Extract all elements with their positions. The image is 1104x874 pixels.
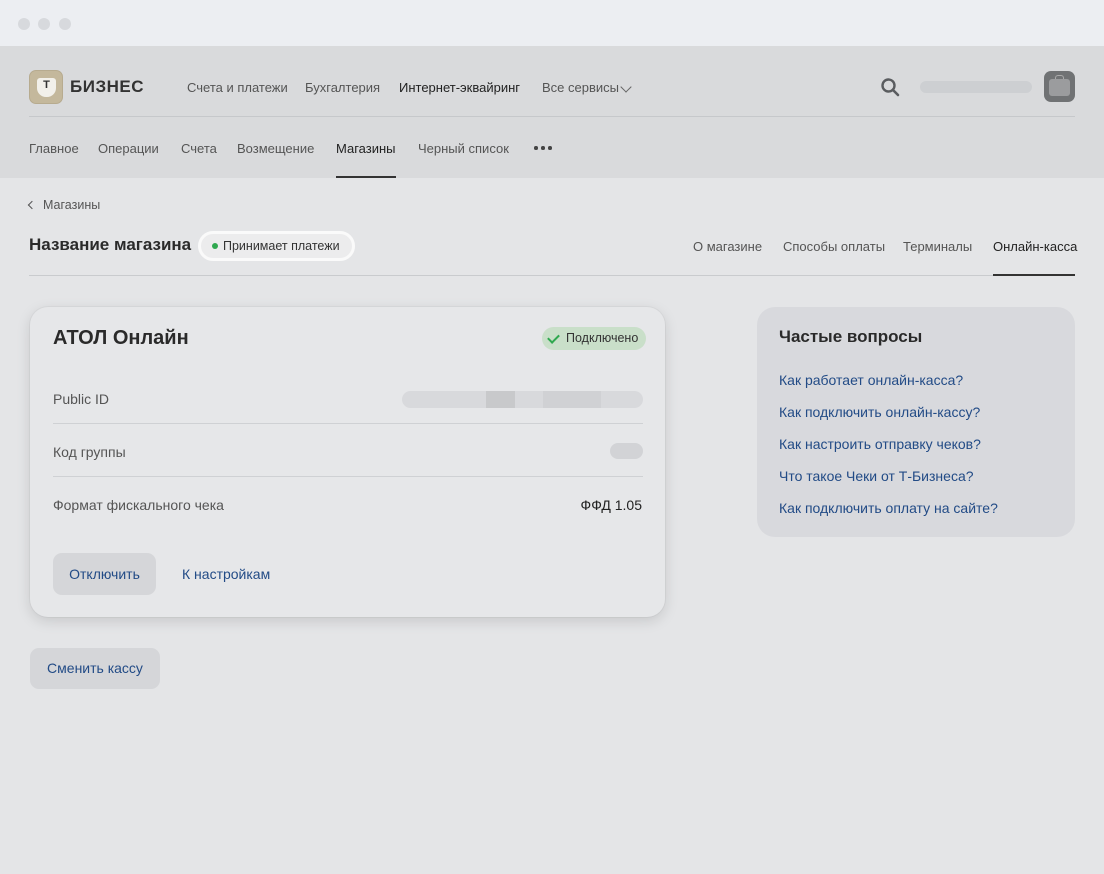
subnav-active-indicator bbox=[336, 176, 396, 178]
fiscal-format-value: ФФД 1.05 bbox=[580, 497, 642, 513]
faq-title: Частые вопросы bbox=[779, 327, 923, 346]
check-icon bbox=[547, 331, 560, 344]
faq-link[interactable]: Как настроить отправку чеков? bbox=[779, 436, 981, 452]
topnav-acquiring[interactable]: Интернет-эквайринг bbox=[399, 80, 520, 95]
avatar-icon[interactable] bbox=[1044, 71, 1075, 102]
brand-logo[interactable]: Т bbox=[29, 70, 63, 104]
window-dot-maximize[interactable] bbox=[59, 18, 71, 30]
subnav-accounts[interactable]: Счета bbox=[181, 141, 217, 156]
tabs-divider bbox=[29, 275, 1075, 276]
page-title: Название магазина bbox=[29, 235, 192, 254]
user-name-redacted[interactable] bbox=[920, 81, 1032, 93]
status-dot-icon bbox=[212, 243, 218, 249]
faq-link[interactable]: Как подключить оплату на сайте? bbox=[779, 500, 998, 516]
public-id-value-redacted bbox=[402, 391, 643, 408]
topnav-accounts[interactable]: Счета и платежи bbox=[187, 80, 288, 95]
logo-letter: Т bbox=[43, 79, 50, 91]
tab-online-kassa[interactable]: Онлайн-касса bbox=[993, 239, 1077, 254]
settings-link[interactable]: К настройкам bbox=[182, 566, 270, 582]
change-kassa-button[interactable]: Сменить кассу bbox=[30, 648, 160, 689]
faq-link[interactable]: Как подключить онлайн-кассу? bbox=[779, 404, 980, 420]
row-divider bbox=[53, 476, 643, 477]
tab-payment-methods[interactable]: Способы оплаты bbox=[783, 239, 885, 254]
faq-link[interactable]: Как работает онлайн-касса? bbox=[779, 372, 963, 388]
fiscal-format-label: Формат фискального чека bbox=[53, 497, 224, 513]
tab-terminals[interactable]: Терминалы bbox=[903, 239, 972, 254]
window-dot-close[interactable] bbox=[18, 18, 30, 30]
connection-status-badge: Подключено bbox=[542, 327, 647, 350]
subnav-blacklist[interactable]: Черный список bbox=[418, 141, 509, 156]
back-arrow-icon bbox=[27, 200, 37, 210]
chevron-down-icon[interactable] bbox=[620, 81, 632, 93]
kassa-card: АТОЛ Онлайн Подключено Public ID Код гру… bbox=[30, 307, 665, 617]
status-badge-label: Принимает платежи bbox=[223, 239, 340, 253]
search-icon[interactable] bbox=[880, 77, 900, 97]
public-id-label: Public ID bbox=[53, 391, 110, 407]
subnav-refund[interactable]: Возмещение bbox=[237, 141, 314, 156]
header-divider bbox=[29, 116, 1075, 117]
breadcrumb-label: Магазины bbox=[43, 198, 101, 212]
subnav-main[interactable]: Главное bbox=[29, 141, 79, 156]
more-icon[interactable] bbox=[534, 146, 552, 150]
connection-status-label: Подключено bbox=[566, 331, 639, 345]
brand-name[interactable]: БИЗНЕС bbox=[70, 77, 144, 97]
window-dot-minimize[interactable] bbox=[38, 18, 50, 30]
group-code-label: Код группы bbox=[53, 444, 126, 460]
briefcase-body bbox=[1049, 79, 1070, 96]
subnav-operations[interactable]: Операции bbox=[98, 141, 159, 156]
disconnect-button[interactable]: Отключить bbox=[53, 553, 156, 595]
breadcrumb[interactable]: Магазины bbox=[27, 198, 101, 212]
status-badge: Принимает платежи bbox=[198, 231, 355, 261]
kassa-title: АТОЛ Онлайн bbox=[53, 327, 189, 349]
window-titlebar bbox=[0, 0, 1104, 46]
row-divider bbox=[53, 423, 643, 424]
topnav-all-services[interactable]: Все сервисы bbox=[542, 80, 619, 95]
faq-panel: Частые вопросы Как работает онлайн-касса… bbox=[757, 307, 1075, 537]
tab-about-store[interactable]: О магазине bbox=[693, 239, 762, 254]
group-code-value-redacted bbox=[610, 443, 643, 459]
app-header: Т БИЗНЕС Счета и платежи Бухгалтерия Инт… bbox=[0, 46, 1104, 178]
logo-shield-icon: Т bbox=[37, 78, 56, 97]
subnav-stores[interactable]: Магазины bbox=[336, 141, 396, 156]
tab-active-indicator bbox=[993, 274, 1075, 276]
topnav-accounting[interactable]: Бухгалтерия bbox=[305, 80, 380, 95]
faq-link[interactable]: Что такое Чеки от Т-Бизнеса? bbox=[779, 468, 974, 484]
